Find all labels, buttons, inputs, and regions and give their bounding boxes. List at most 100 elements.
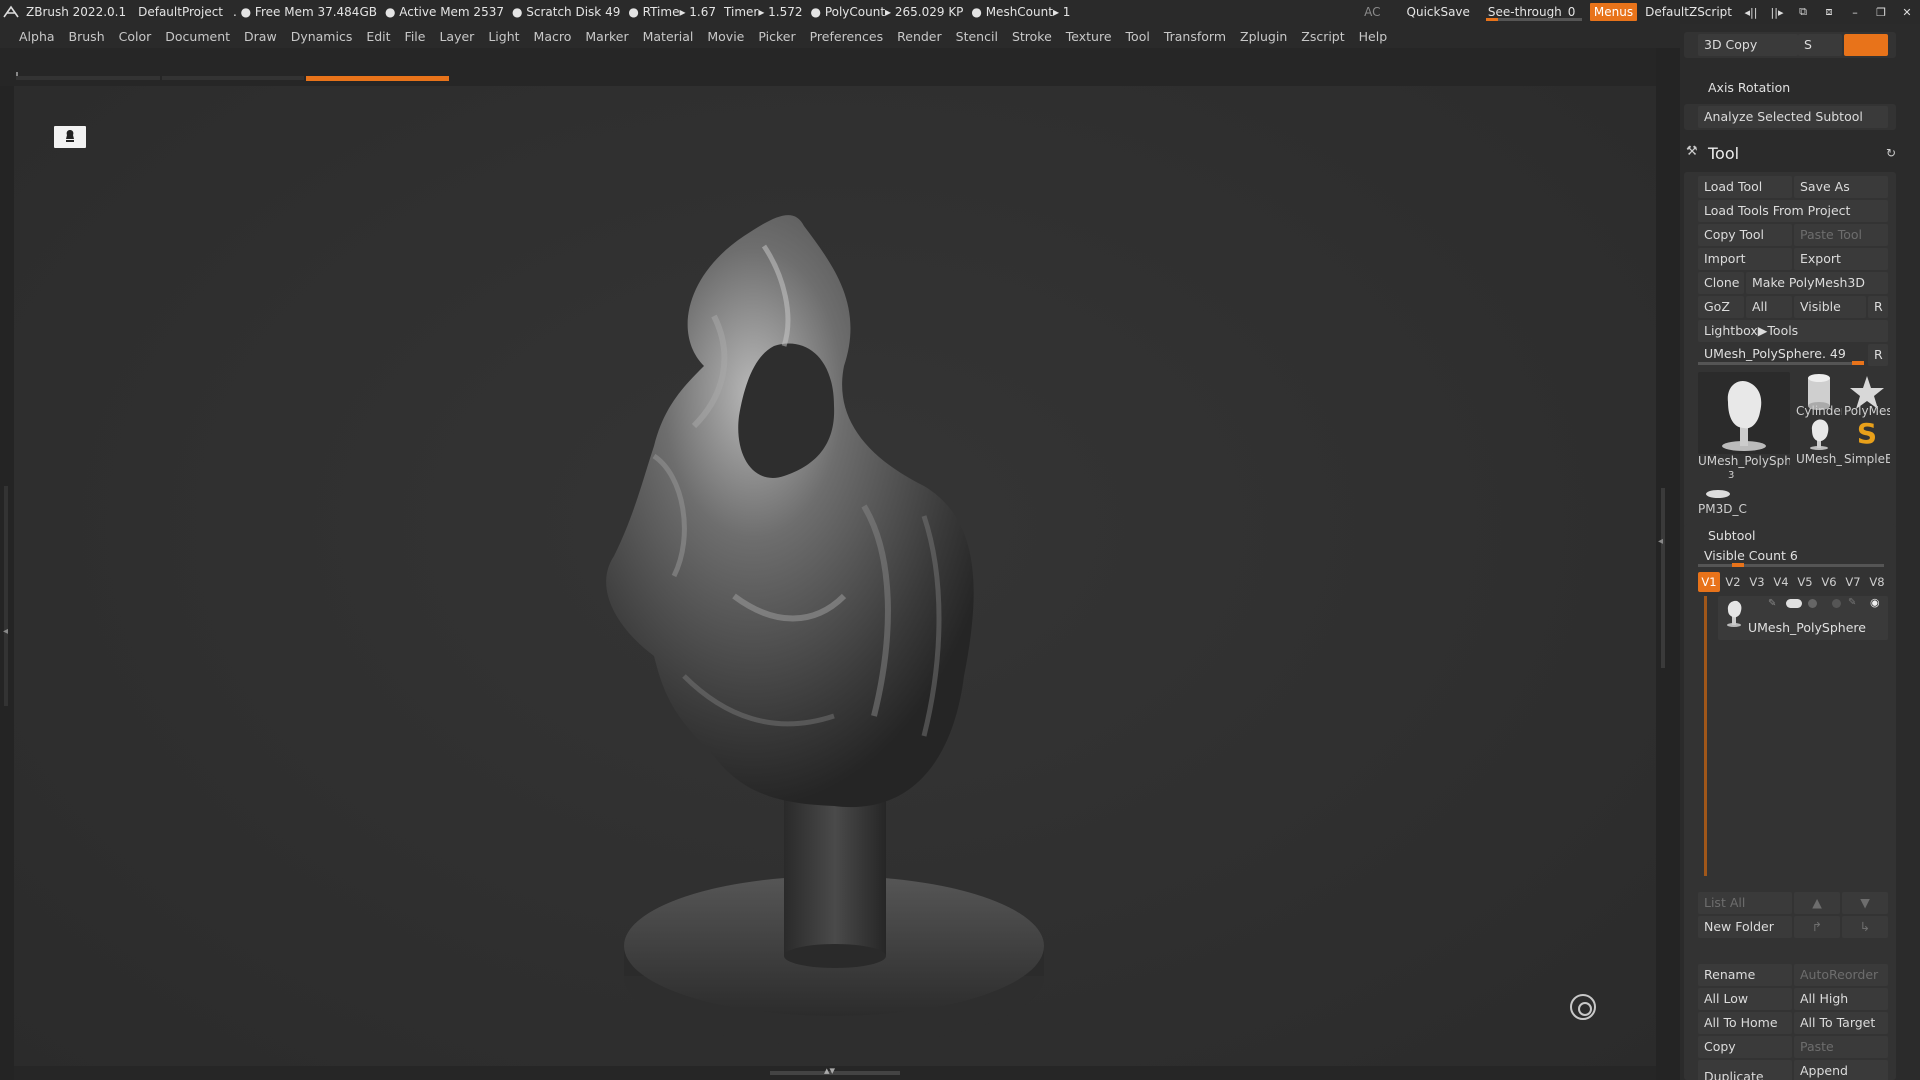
- tool-section-title[interactable]: Tool: [1708, 144, 1739, 163]
- all-to-home-button[interactable]: All To Home: [1698, 1012, 1792, 1034]
- visibility-set-v5[interactable]: V5: [1794, 572, 1816, 592]
- window-tile-icon[interactable]: ⧈: [1816, 0, 1842, 24]
- subtool-brush-icon[interactable]: ✎: [1768, 598, 1776, 609]
- menu-alpha[interactable]: Alpha: [12, 29, 62, 44]
- menu-draw[interactable]: Draw: [237, 29, 284, 44]
- quicksave-button[interactable]: QuickSave: [1395, 5, 1482, 19]
- subtool-polypaint-toggle-icon[interactable]: [1786, 599, 1802, 608]
- window-swap-icon[interactable]: ⧉: [1790, 0, 1816, 24]
- menu-zplugin[interactable]: Zplugin: [1233, 29, 1294, 44]
- analyze-subtool-button[interactable]: Analyze Selected Subtool: [1698, 106, 1888, 128]
- current-tool-slider-track[interactable]: [1698, 362, 1864, 365]
- subtool-list-item[interactable]: ✎ ✎ ◉ UMesh_PolySphere: [1718, 596, 1888, 640]
- list-all-button[interactable]: List All: [1698, 892, 1792, 914]
- shelf-tab-1[interactable]: [16, 76, 160, 80]
- right-tray-rail[interactable]: ◂: [1656, 48, 1680, 1080]
- menu-help[interactable]: Help: [1352, 29, 1395, 44]
- project-name[interactable]: DefaultProject: [130, 5, 227, 19]
- right-tray-arrow-icon[interactable]: ◂: [1658, 536, 1663, 547]
- import-button[interactable]: Import: [1698, 248, 1792, 270]
- export-button[interactable]: Export: [1794, 248, 1888, 270]
- duplicate-button[interactable]: Duplicate: [1698, 1060, 1792, 1080]
- visibility-set-v7[interactable]: V7: [1842, 572, 1864, 592]
- goz-visible-button[interactable]: Visible: [1794, 296, 1866, 318]
- all-high-button[interactable]: All High: [1794, 988, 1888, 1010]
- subtool-edit-icon[interactable]: ✎: [1848, 597, 1856, 608]
- load-tools-from-project-button[interactable]: Load Tools From Project: [1698, 200, 1888, 222]
- menu-edit[interactable]: Edit: [359, 29, 397, 44]
- visible-count-track[interactable]: [1698, 564, 1884, 567]
- menu-dynamics[interactable]: Dynamics: [284, 29, 360, 44]
- menu-zscript[interactable]: Zscript: [1294, 29, 1351, 44]
- visibility-set-v8[interactable]: V8: [1866, 572, 1888, 592]
- simpleb-thumbnail[interactable]: S: [1844, 416, 1890, 452]
- goz-r-button[interactable]: R: [1868, 296, 1888, 318]
- shelf-tab-active[interactable]: [306, 76, 449, 81]
- paste-subtool-button[interactable]: Paste: [1794, 1036, 1888, 1058]
- layout-prev-icon[interactable]: ◂||: [1738, 0, 1764, 24]
- menu-layer[interactable]: Layer: [432, 29, 481, 44]
- menu-transform[interactable]: Transform: [1157, 29, 1233, 44]
- menu-document[interactable]: Document: [158, 29, 237, 44]
- copy3d-button[interactable]: 3D Copy: [1698, 34, 1798, 56]
- menu-light[interactable]: Light: [481, 29, 526, 44]
- menus-toggle-button[interactable]: Menus: [1589, 3, 1638, 21]
- make-polymesh3d-button[interactable]: Make PolyMesh3D: [1746, 272, 1888, 294]
- subtool-eye-icon[interactable]: ◉: [1870, 596, 1880, 609]
- rename-button[interactable]: Rename: [1698, 964, 1792, 986]
- menu-stroke[interactable]: Stroke: [1005, 29, 1059, 44]
- copy3d-slider[interactable]: [1844, 34, 1888, 56]
- goz-all-button[interactable]: All: [1746, 296, 1792, 318]
- visibility-set-v4[interactable]: V4: [1770, 572, 1792, 592]
- axis-rotation-label[interactable]: Axis Rotation: [1708, 80, 1790, 95]
- left-tray-handle[interactable]: [4, 486, 8, 706]
- bottom-tray-bar[interactable]: ▴▾: [14, 1064, 1656, 1080]
- save-as-button[interactable]: Save As: [1794, 176, 1888, 198]
- right-tray-handle[interactable]: [1661, 488, 1665, 668]
- paste-tool-button[interactable]: Paste Tool: [1794, 224, 1888, 246]
- subtool-lock-icon[interactable]: [1832, 599, 1841, 608]
- menu-brush[interactable]: Brush: [62, 29, 112, 44]
- document-canvas[interactable]: [14, 86, 1656, 1066]
- main-tool-thumbnail[interactable]: [1698, 372, 1790, 454]
- subtool-section-title[interactable]: Subtool: [1708, 528, 1755, 543]
- shelf-tab-2[interactable]: [162, 76, 304, 80]
- visibility-set-v2[interactable]: V2: [1722, 572, 1744, 592]
- menu-marker[interactable]: Marker: [578, 29, 635, 44]
- tool-refresh-icon[interactable]: ↻: [1886, 146, 1896, 160]
- goz-button[interactable]: GoZ: [1698, 296, 1744, 318]
- menu-render[interactable]: Render: [890, 29, 949, 44]
- umesh-small-thumbnail[interactable]: [1796, 416, 1842, 452]
- current-tool-r-button[interactable]: R: [1868, 344, 1888, 366]
- menu-picker[interactable]: Picker: [751, 29, 802, 44]
- copy3d-s-button[interactable]: S: [1798, 34, 1842, 56]
- ac-label[interactable]: AC: [1360, 5, 1394, 19]
- close-icon[interactable]: ✕: [1894, 0, 1920, 24]
- left-tray-rail[interactable]: ◂: [0, 86, 14, 1080]
- autoreorder-button[interactable]: AutoReorder: [1794, 964, 1888, 986]
- copy-subtool-button[interactable]: Copy: [1698, 1036, 1792, 1058]
- subtool-list-scrollbar[interactable]: [1704, 596, 1707, 876]
- move-up-icon[interactable]: ▲: [1794, 892, 1840, 914]
- clone-button[interactable]: Clone: [1698, 272, 1744, 294]
- all-low-button[interactable]: All Low: [1698, 988, 1792, 1010]
- visibility-set-v3[interactable]: V3: [1746, 572, 1768, 592]
- append-button[interactable]: Append: [1794, 1060, 1888, 1080]
- visibility-set-v6[interactable]: V6: [1818, 572, 1840, 592]
- sculpt-model[interactable]: [534, 156, 1094, 1080]
- current-tool-name[interactable]: UMesh_PolySphere. 49: [1704, 346, 1846, 361]
- menu-tool[interactable]: Tool: [1119, 29, 1157, 44]
- move-down-icon[interactable]: ▼: [1842, 892, 1888, 914]
- see-through-slider[interactable]: See-through 0: [1482, 0, 1586, 24]
- copy-tool-button[interactable]: Copy Tool: [1698, 224, 1792, 246]
- left-tray-arrow-icon[interactable]: ◂: [3, 626, 8, 637]
- navigation-gizmo-icon[interactable]: [1570, 994, 1596, 1020]
- minimize-icon[interactable]: –: [1842, 0, 1868, 24]
- menu-macro[interactable]: Macro: [527, 29, 579, 44]
- menu-stencil[interactable]: Stencil: [949, 29, 1005, 44]
- visible-count-label[interactable]: Visible Count 6: [1704, 548, 1798, 563]
- menu-color[interactable]: Color: [112, 29, 159, 44]
- visibility-set-v1[interactable]: V1: [1698, 572, 1720, 592]
- restore-icon[interactable]: ❐: [1868, 0, 1894, 24]
- menu-movie[interactable]: Movie: [700, 29, 751, 44]
